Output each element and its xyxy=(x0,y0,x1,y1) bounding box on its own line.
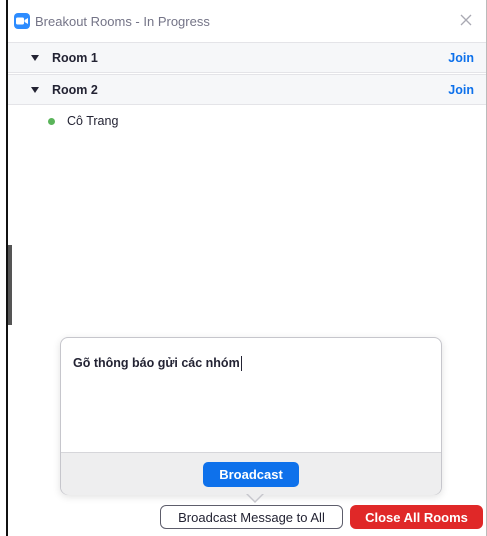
title-bar: Breakout Rooms - In Progress xyxy=(8,0,486,42)
broadcast-popover: Gõ thông báo gửi các nhóm Broadcast xyxy=(60,337,442,503)
close-icon[interactable] xyxy=(458,12,474,28)
broadcast-message-to-all-button[interactable]: Broadcast Message to All xyxy=(160,505,343,529)
join-room-1-link[interactable]: Join xyxy=(448,51,474,65)
close-all-rooms-button[interactable]: Close All Rooms xyxy=(350,505,483,529)
room-row-1[interactable]: Room 1 Join xyxy=(8,42,486,73)
text-cursor xyxy=(240,356,242,371)
popover-footer: Broadcast xyxy=(61,452,441,495)
caret-down-icon[interactable] xyxy=(30,53,39,62)
window-title: Breakout Rooms - In Progress xyxy=(35,13,210,29)
caret-down-icon[interactable] xyxy=(30,85,39,94)
broadcast-message-value: Gõ thông báo gửi các nhóm xyxy=(73,356,240,370)
participant-item: Cô Trang xyxy=(8,107,486,135)
participant-name: Cô Trang xyxy=(67,114,119,128)
window-edge-handle xyxy=(8,245,12,325)
breakout-rooms-window: Breakout Rooms - In Progress Room 1 Join… xyxy=(6,0,487,536)
join-room-2-link[interactable]: Join xyxy=(448,83,474,97)
room-name: Room 1 xyxy=(52,50,98,65)
room-row-2[interactable]: Room 2 Join xyxy=(8,74,486,105)
broadcast-message-input[interactable]: Gõ thông báo gửi các nhóm xyxy=(61,338,441,452)
footer-bar: Broadcast Message to All Close All Rooms xyxy=(8,505,486,536)
broadcast-button[interactable]: Broadcast xyxy=(203,461,299,487)
status-dot-icon xyxy=(48,117,55,125)
popover-arrow xyxy=(246,493,264,503)
zoom-camera-icon xyxy=(14,13,30,29)
room-name: Room 2 xyxy=(52,82,98,97)
